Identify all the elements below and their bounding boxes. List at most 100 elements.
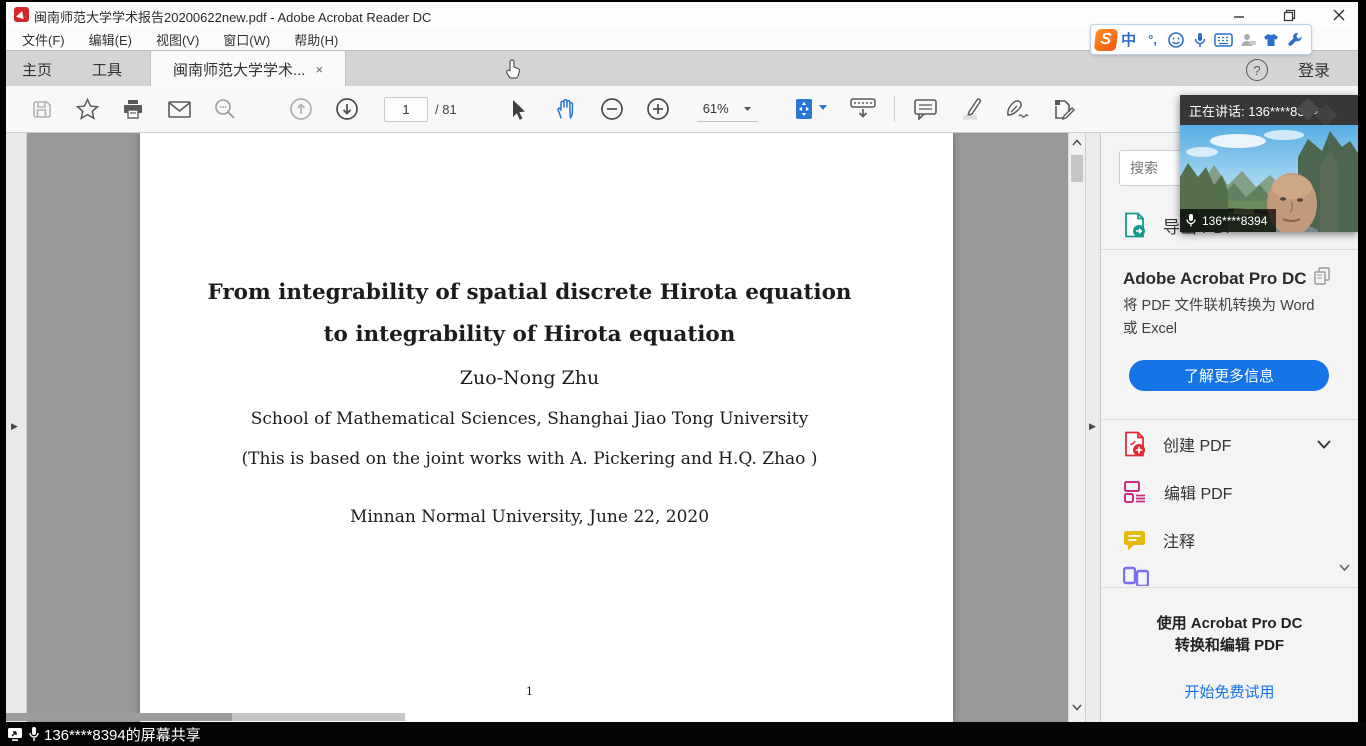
help-icon[interactable]: ? <box>1246 59 1268 81</box>
start-trial-link[interactable]: 开始免费试用 <box>1101 681 1358 702</box>
ime-mode-icon[interactable]: 中 <box>1117 28 1141 52</box>
export-pdf-icon <box>1123 212 1147 238</box>
menu-edit[interactable]: 编辑(E) <box>89 30 132 49</box>
panel-divider <box>1101 419 1358 420</box>
doc-note: (This is based on the joint works with A… <box>140 449 953 469</box>
tab-tools[interactable]: 工具 <box>92 51 122 87</box>
doc-title-line1: From integrability of spatial discrete H… <box>140 280 953 305</box>
expand-nav-pane-icon[interactable]: ▶ <box>11 421 18 432</box>
footer-promo: 使用 Acrobat Pro DC 转换和编辑 PDF 开始免费试用 <box>1101 613 1358 702</box>
tab-home[interactable]: 主页 <box>22 51 52 87</box>
toolbar-divider <box>894 96 895 122</box>
document-viewport[interactable]: From integrability of spatial discrete H… <box>27 133 1068 722</box>
page-total-label: / 81 <box>435 102 457 117</box>
speaking-banner: 正在讲话: 136****8394; <box>1180 95 1358 125</box>
promo-body: 将 PDF 文件联机转换为 Word 或 Excel <box>1123 295 1327 341</box>
ime-keyboard-icon[interactable] <box>1212 28 1236 52</box>
print-icon[interactable] <box>110 92 156 126</box>
ime-skin-icon[interactable] <box>1259 28 1283 52</box>
tools-pane-collapse-strip[interactable]: ▶ <box>1085 133 1100 722</box>
comment-item[interactable]: 注释 <box>1123 526 1195 554</box>
edit-pdf-icon <box>1123 480 1148 504</box>
acrobat-app-icon <box>14 7 29 22</box>
page-down-icon[interactable] <box>324 92 370 126</box>
tab-document[interactable]: 闽南师范大学学术... × <box>150 51 346 87</box>
create-pdf-item[interactable]: 创建 PDF <box>1123 430 1231 458</box>
highlighter-icon[interactable] <box>949 92 995 126</box>
ime-punctuation-icon[interactable]: °, <box>1141 28 1165 52</box>
ime-mic-icon[interactable] <box>1188 28 1212 52</box>
panel-divider <box>1101 587 1358 588</box>
webcam-video[interactable]: 136****8394 <box>1180 125 1358 232</box>
sign-in-button[interactable]: 登录 <box>1298 51 1330 87</box>
minimize-button[interactable] <box>1224 6 1254 24</box>
zoom-out-icon[interactable] <box>589 92 635 126</box>
search-icon[interactable] <box>202 92 248 126</box>
participant-name: 136****8394 <box>1202 214 1267 228</box>
scroll-up-icon[interactable] <box>1069 138 1085 149</box>
vertical-scrollbar[interactable] <box>1068 133 1085 722</box>
close-button[interactable] <box>1324 6 1354 24</box>
doc-author: Zuo-Nong Zhu <box>140 367 953 389</box>
nav-pane-collapsed[interactable]: ▶ <box>6 133 27 722</box>
tab-bar: 主页 工具 闽南师范大学学术... × ? 登录 <box>6 50 1358 86</box>
read-mode-icon[interactable] <box>840 92 886 126</box>
save-icon[interactable] <box>18 92 64 126</box>
sign-icon[interactable] <box>995 92 1041 126</box>
scrollbar-thumb[interactable] <box>1071 155 1083 182</box>
panel-divider <box>1101 249 1358 250</box>
mouse-cursor <box>506 59 522 84</box>
page-edit-icon[interactable] <box>1041 92 1087 126</box>
organize-pages-icon <box>1123 566 1149 586</box>
meeting-overlay[interactable]: 正在讲话: 136****8394; <box>1180 95 1358 232</box>
hand-tool-icon[interactable] <box>543 92 589 126</box>
participant-name-tag: 136****8394 <box>1180 209 1276 232</box>
ime-emoji-icon[interactable] <box>1164 28 1188 52</box>
comment-bubble-icon[interactable] <box>903 92 949 126</box>
page-up-icon[interactable] <box>278 92 324 126</box>
tab-close-icon[interactable]: × <box>315 62 323 77</box>
menu-help[interactable]: 帮助(H) <box>294 30 338 49</box>
chevron-down-icon <box>1317 440 1331 449</box>
chevron-down-icon <box>743 106 752 112</box>
doc-title-line2: to integrability of Hirota equation <box>140 322 953 347</box>
horizontal-scrollbar[interactable] <box>6 713 405 721</box>
ime-wrench-icon[interactable] <box>1283 28 1307 52</box>
star-icon[interactable] <box>64 92 110 126</box>
scroll-down-icon[interactable] <box>1069 703 1085 714</box>
copy-pages-icon <box>1313 267 1331 285</box>
menu-view[interactable]: 视图(V) <box>156 30 199 49</box>
menu-window[interactable]: 窗口(W) <box>223 30 270 49</box>
organize-pages-item-partial[interactable] <box>1123 566 1153 586</box>
mic-icon <box>28 726 40 742</box>
comment-tool-icon <box>1123 529 1147 552</box>
restore-button[interactable] <box>1274 6 1304 24</box>
sogou-logo[interactable]: S <box>1094 29 1118 51</box>
footer-promo-line1: 使用 Acrobat Pro DC <box>1101 613 1358 635</box>
screen-share-text: 136****8394的屏幕共享 <box>44 724 201 745</box>
mic-icon <box>1185 213 1197 228</box>
edit-pdf-item[interactable]: 编辑 PDF <box>1123 478 1232 506</box>
horizontal-scrollbar-thumb[interactable] <box>6 713 232 721</box>
ime-account-icon[interactable] <box>1236 28 1260 52</box>
zoom-level-select[interactable]: 61% <box>697 97 758 122</box>
zoom-in-icon[interactable] <box>635 92 681 126</box>
promo-title: Adobe Acrobat Pro DC <box>1123 269 1307 289</box>
tab-document-label: 闽南师范大学学术... <box>173 59 306 80</box>
doc-venue: Minnan Normal University, June 22, 2020 <box>140 507 953 527</box>
screen-share-icon <box>7 727 23 741</box>
email-icon[interactable] <box>156 92 202 126</box>
page-number-input[interactable] <box>384 97 428 122</box>
doc-affiliation: School of Mathematical Sciences, Shangha… <box>140 409 953 429</box>
doc-page-number: 1 <box>140 685 953 698</box>
zoom-level-value: 61% <box>703 101 729 116</box>
panel-scroll-down-icon[interactable] <box>1339 564 1350 572</box>
shared-screen: 闽南师范大学学术报告20200622new.pdf - Adobe Acroba… <box>0 0 1366 746</box>
edit-pdf-label: 编辑 PDF <box>1164 480 1232 504</box>
expand-tools-pane-icon[interactable]: ▶ <box>1089 421 1096 432</box>
fit-page-icon[interactable] <box>784 92 840 126</box>
ime-toolbar: S 中 °, <box>1090 24 1312 55</box>
menu-file[interactable]: 文件(F) <box>22 30 65 49</box>
learn-more-button[interactable]: 了解更多信息 <box>1129 360 1329 391</box>
pointer-icon[interactable] <box>497 92 543 126</box>
